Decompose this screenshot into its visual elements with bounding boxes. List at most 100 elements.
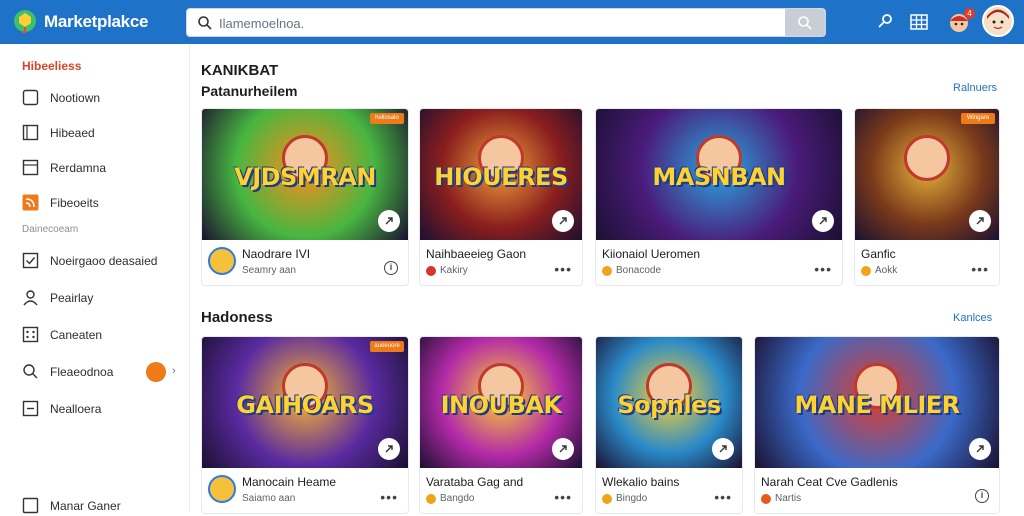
play-button[interactable]	[378, 438, 400, 460]
sidebar-item-5[interactable]: Noeirgaoo deasaied	[22, 251, 187, 271]
game-title[interactable]: Kiionaiol Ueromen	[602, 247, 700, 261]
info-icon[interactable]: i	[975, 489, 989, 503]
game-title-art: MASNBAN	[652, 163, 786, 191]
game-thumbnail[interactable]: HIOUERES	[420, 109, 582, 240]
developer-dot-icon	[602, 494, 612, 504]
see-all-link[interactable]: Ralnuers	[953, 82, 997, 94]
game-developer: Bingdo	[616, 493, 648, 504]
rss-icon	[22, 194, 39, 211]
game-title[interactable]: Wlekalio bains	[602, 475, 679, 489]
game-card[interactable]: Wingare Ganfic Aokk •••	[854, 108, 1000, 286]
sidebar-item-label: Manar Ganer	[50, 499, 121, 513]
game-card[interactable]: GAIHOARS aueeuore Manocain Heame Saiamo aan…	[201, 336, 409, 514]
game-thumbnail[interactable]: MASNBAN	[596, 109, 842, 240]
section-subtitle: Patanurheilem	[201, 83, 298, 99]
developer-dot-icon	[761, 494, 771, 504]
brand-name[interactable]: Marketplakce	[44, 12, 148, 32]
play-button[interactable]	[552, 210, 574, 232]
more-options-icon[interactable]: •••	[814, 261, 832, 277]
arrow-icon	[719, 445, 727, 453]
developer-avatar[interactable]	[208, 247, 236, 275]
developer-dot-icon	[602, 266, 612, 276]
developer-dot-icon	[426, 494, 436, 504]
game-thumbnail[interactable]: INOUBAK	[420, 337, 582, 468]
game-developer: Seamry aan	[242, 265, 296, 276]
sidebar-badge[interactable]	[146, 362, 166, 382]
sidebar-item-label: Fleaeodnoa	[50, 365, 114, 379]
more-options-icon[interactable]: •••	[971, 261, 989, 277]
play-button[interactable]	[712, 438, 734, 460]
arrow-icon	[559, 445, 567, 453]
more-options-icon[interactable]: •••	[554, 489, 572, 505]
arrow-icon	[976, 445, 984, 453]
game-developer: Saiamo aan	[242, 493, 296, 504]
play-button[interactable]	[552, 438, 574, 460]
see-all-link[interactable]: Kanlces	[953, 312, 992, 324]
square-icon	[22, 89, 39, 106]
game-thumbnail[interactable]: MANE MLIER	[755, 337, 999, 468]
sidebar-heading: Hibeeliess	[22, 59, 82, 73]
play-button[interactable]	[969, 210, 991, 232]
info-icon[interactable]: i	[384, 261, 398, 275]
game-thumbnail[interactable]: VJDSMRAN hellosalo	[202, 109, 408, 240]
game-thumbnail[interactable]: Wingare	[855, 109, 999, 240]
sidebar-item-2[interactable]: Hibeaed	[22, 123, 187, 143]
game-card[interactable]: VJDSMRAN hellosalo Naodrare IVI Seamry aan i	[201, 108, 409, 286]
game-card[interactable]: MASNBAN Kiionaiol Ueromen Bonacode •••	[595, 108, 843, 286]
square-icon	[22, 497, 39, 514]
app-logo-icon[interactable]	[12, 8, 38, 34]
game-title[interactable]: Naodrare IVI	[242, 247, 310, 261]
game-tag-badge: aueeuore	[370, 341, 404, 352]
sidebar-item-3[interactable]: Rerdamna	[22, 158, 187, 178]
more-options-icon[interactable]: •••	[380, 489, 398, 505]
game-title-art: GAIHOARS	[236, 391, 374, 419]
game-title[interactable]: Manocain Heame	[242, 475, 336, 489]
play-button[interactable]	[812, 210, 834, 232]
sidebar-item-6[interactable]: Peairlay	[22, 288, 187, 308]
panel-icon	[22, 124, 39, 141]
chevron-right-icon[interactable]: ›	[172, 365, 176, 377]
grid-icon[interactable]	[908, 11, 930, 33]
sidebar-item-10[interactable]: Manar Ganer	[22, 496, 187, 516]
game-thumbnail[interactable]: GAIHOARS aueeuore	[202, 337, 408, 468]
top-bar: Marketplakce 4	[0, 0, 1024, 44]
developer-avatar[interactable]	[208, 475, 236, 503]
sidebar-item-label: Caneaten	[50, 328, 103, 342]
character-illustration-icon	[904, 135, 950, 181]
sidebar-item-label: Fibeoeits	[50, 196, 99, 210]
game-card[interactable]: HIOUERES Naihbaeeieg Gaon Kakiry •••	[419, 108, 583, 286]
play-button[interactable]	[969, 438, 991, 460]
developer-dot-icon	[426, 266, 436, 276]
game-developer: Kakiry	[440, 265, 468, 276]
sidebar-item-4[interactable]: Fibeoeits	[22, 193, 187, 213]
game-title[interactable]: Varataba Gag and	[426, 475, 523, 489]
more-options-icon[interactable]: •••	[554, 261, 572, 277]
notification-badge: 4	[964, 8, 975, 19]
more-options-icon[interactable]: •••	[714, 489, 732, 505]
game-card[interactable]: Sopnles Wlekalio bains Bingdo •••	[595, 336, 743, 514]
game-title-art: INOUBAK	[440, 391, 562, 419]
game-developer: Nartis	[775, 493, 802, 504]
sidebar-item-7[interactable]: Caneaten	[22, 325, 187, 345]
play-button[interactable]	[378, 210, 400, 232]
user-avatar[interactable]	[982, 5, 1014, 37]
sidebar-item-label: Peairlay	[50, 291, 94, 305]
sidebar-item-label: Hibeaed	[50, 126, 95, 140]
key-icon[interactable]	[874, 11, 896, 33]
game-title[interactable]: Ganfic	[861, 247, 896, 261]
sidebar-item-9[interactable]: Nealloera	[22, 399, 187, 419]
arrow-icon	[819, 217, 827, 225]
game-card[interactable]: MANE MLIER Narah Ceat Cve Gadlenis Nartis i	[754, 336, 1000, 514]
game-developer: Bangdo	[440, 493, 475, 504]
game-title[interactable]: Narah Ceat Cve Gadlenis	[761, 475, 898, 489]
search-button[interactable]	[785, 9, 825, 36]
sidebar-item-1[interactable]: Nootiown	[22, 88, 187, 108]
search-input[interactable]	[219, 13, 779, 33]
sidebar-item-label: Rerdamna	[50, 161, 107, 175]
section-title: KANIKBAT	[201, 62, 279, 79]
search-icon	[198, 16, 212, 30]
game-title[interactable]: Naihbaeeieg Gaon	[426, 247, 526, 261]
game-tag-badge: Wingare	[961, 113, 995, 124]
game-card[interactable]: INOUBAK Varataba Gag and Bangdo •••	[419, 336, 583, 514]
game-thumbnail[interactable]: Sopnles	[596, 337, 742, 468]
